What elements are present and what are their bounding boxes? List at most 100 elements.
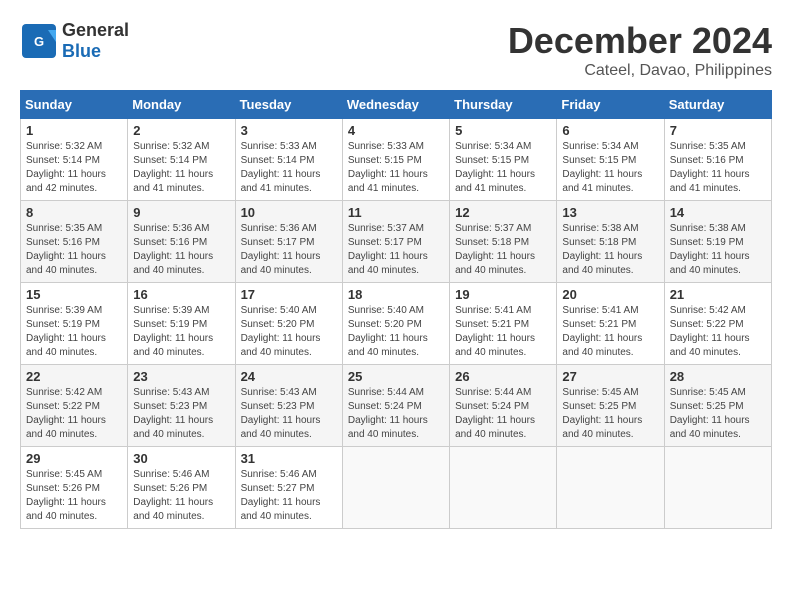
calendar-cell-19: 19 Sunrise: 5:41 AMSunset: 5:21 PMDayligh… — [450, 283, 557, 365]
calendar-cell-31: 31 Sunrise: 5:46 AMSunset: 5:27 PMDayligh… — [235, 447, 342, 529]
calendar-cell-20: 20 Sunrise: 5:41 AMSunset: 5:21 PMDayligh… — [557, 283, 664, 365]
day-info: Sunrise: 5:44 AMSunset: 5:24 PMDaylight:… — [348, 387, 428, 440]
day-info: Sunrise: 5:38 AMSunset: 5:18 PMDaylight:… — [562, 223, 642, 276]
logo: G General Blue — [20, 20, 129, 62]
calendar-week-4: 22Sunrise: 5:42 AMSunset: 5:22 PMDayligh… — [21, 365, 772, 447]
day-number: 22 — [26, 369, 122, 384]
day-number: 5 — [455, 123, 551, 138]
day-info: Sunrise: 5:32 AMSunset: 5:14 PMDaylight:… — [26, 141, 106, 194]
day-info: Sunrise: 5:34 AMSunset: 5:15 PMDaylight:… — [455, 141, 535, 194]
calendar-cell-26: 26 Sunrise: 5:44 AMSunset: 5:24 PMDayligh… — [450, 365, 557, 447]
day-info: Sunrise: 5:45 AMSunset: 5:25 PMDaylight:… — [562, 387, 642, 440]
day-info: Sunrise: 5:35 AMSunset: 5:16 PMDaylight:… — [670, 141, 750, 194]
day-number: 25 — [348, 369, 444, 384]
day-info: Sunrise: 5:37 AMSunset: 5:17 PMDaylight:… — [348, 223, 428, 276]
calendar-cell-9: 9Sunrise: 5:36 AMSunset: 5:16 PMDaylight… — [128, 201, 235, 283]
day-info: Sunrise: 5:34 AMSunset: 5:15 PMDaylight:… — [562, 141, 642, 194]
calendar-table: SundayMondayTuesdayWednesdayThursdayFrid… — [20, 90, 772, 529]
calendar-cell-1: 1Sunrise: 5:32 AMSunset: 5:14 PMDaylight… — [21, 119, 128, 201]
svg-text:G: G — [34, 34, 44, 49]
day-info: Sunrise: 5:45 AMSunset: 5:26 PMDaylight:… — [26, 469, 106, 522]
day-number: 6 — [562, 123, 658, 138]
calendar-cell-27: 27Sunrise: 5:45 AMSunset: 5:25 PMDayligh… — [557, 365, 664, 447]
day-info: Sunrise: 5:32 AMSunset: 5:14 PMDaylight:… — [133, 141, 213, 194]
day-number: 29 — [26, 451, 122, 466]
day-info: Sunrise: 5:41 AMSunset: 5:21 PMDaylight:… — [455, 305, 535, 358]
calendar-cell-25: 25 Sunrise: 5:44 AMSunset: 5:24 PMDayligh… — [342, 365, 449, 447]
day-number: 15 — [26, 287, 122, 302]
day-info: Sunrise: 5:39 AMSunset: 5:19 PMDaylight:… — [26, 305, 106, 358]
day-info: Sunrise: 5:39 AMSunset: 5:19 PMDaylight:… — [133, 305, 213, 358]
calendar-cell-16: 16 Sunrise: 5:39 AMSunset: 5:19 PMDayligh… — [128, 283, 235, 365]
month-title: December 2024 — [508, 20, 772, 62]
day-number: 30 — [133, 451, 229, 466]
title-area: December 2024 Cateel, Davao, Philippines — [508, 20, 772, 80]
day-info: Sunrise: 5:46 AMSunset: 5:27 PMDaylight:… — [241, 469, 321, 522]
header-saturday: Saturday — [664, 91, 771, 119]
day-info: Sunrise: 5:45 AMSunset: 5:25 PMDaylight:… — [670, 387, 750, 440]
day-number: 31 — [241, 451, 337, 466]
calendar-cell-18: 18Sunrise: 5:40 AMSunset: 5:20 PMDayligh… — [342, 283, 449, 365]
day-number: 10 — [241, 205, 337, 220]
day-info: Sunrise: 5:43 AMSunset: 5:23 PMDaylight:… — [133, 387, 213, 440]
day-number: 19 — [455, 287, 551, 302]
calendar-cell-10: 10 Sunrise: 5:36 AMSunset: 5:17 PMDayligh… — [235, 201, 342, 283]
day-number: 26 — [455, 369, 551, 384]
day-number: 14 — [670, 205, 766, 220]
calendar-cell-empty — [450, 447, 557, 529]
calendar-cell-13: 13 Sunrise: 5:38 AMSunset: 5:18 PMDayligh… — [557, 201, 664, 283]
calendar-cell-4: 4Sunrise: 5:33 AMSunset: 5:15 PMDaylight… — [342, 119, 449, 201]
logo-text-general: General — [62, 20, 129, 41]
day-info: Sunrise: 5:38 AMSunset: 5:19 PMDaylight:… — [670, 223, 750, 276]
calendar-cell-5: 5 Sunrise: 5:34 AMSunset: 5:15 PMDaylight… — [450, 119, 557, 201]
calendar-cell-29: 29 Sunrise: 5:45 AMSunset: 5:26 PMDayligh… — [21, 447, 128, 529]
day-number: 7 — [670, 123, 766, 138]
calendar-cell-30: 30 Sunrise: 5:46 AMSunset: 5:26 PMDayligh… — [128, 447, 235, 529]
day-number: 20 — [562, 287, 658, 302]
day-info: Sunrise: 5:40 AMSunset: 5:20 PMDaylight:… — [348, 305, 428, 358]
calendar-cell-2: 2Sunrise: 5:32 AMSunset: 5:14 PMDaylight… — [128, 119, 235, 201]
day-info: Sunrise: 5:46 AMSunset: 5:26 PMDaylight:… — [133, 469, 213, 522]
calendar-header-row: SundayMondayTuesdayWednesdayThursdayFrid… — [21, 91, 772, 119]
day-info: Sunrise: 5:36 AMSunset: 5:17 PMDaylight:… — [241, 223, 321, 276]
day-info: Sunrise: 5:33 AMSunset: 5:14 PMDaylight:… — [241, 141, 321, 194]
day-info: Sunrise: 5:41 AMSunset: 5:21 PMDaylight:… — [562, 305, 642, 358]
calendar-cell-empty — [342, 447, 449, 529]
calendar-cell-3: 3 Sunrise: 5:33 AMSunset: 5:14 PMDaylight… — [235, 119, 342, 201]
calendar-cell-11: 11Sunrise: 5:37 AMSunset: 5:17 PMDayligh… — [342, 201, 449, 283]
day-number: 13 — [562, 205, 658, 220]
calendar-cell-17: 17Sunrise: 5:40 AMSunset: 5:20 PMDayligh… — [235, 283, 342, 365]
day-number: 8 — [26, 205, 122, 220]
day-number: 3 — [241, 123, 337, 138]
day-number: 12 — [455, 205, 551, 220]
calendar-cell-21: 21 Sunrise: 5:42 AMSunset: 5:22 PMDayligh… — [664, 283, 771, 365]
day-info: Sunrise: 5:33 AMSunset: 5:15 PMDaylight:… — [348, 141, 428, 194]
header-monday: Monday — [128, 91, 235, 119]
header-thursday: Thursday — [450, 91, 557, 119]
calendar-week-3: 15 Sunrise: 5:39 AMSunset: 5:19 PMDayligh… — [21, 283, 772, 365]
day-info: Sunrise: 5:43 AMSunset: 5:23 PMDaylight:… — [241, 387, 321, 440]
day-number: 23 — [133, 369, 229, 384]
day-info: Sunrise: 5:42 AMSunset: 5:22 PMDaylight:… — [670, 305, 750, 358]
calendar-cell-empty — [664, 447, 771, 529]
calendar-cell-24: 24Sunrise: 5:43 AMSunset: 5:23 PMDayligh… — [235, 365, 342, 447]
calendar-cell-6: 6 Sunrise: 5:34 AMSunset: 5:15 PMDaylight… — [557, 119, 664, 201]
header-tuesday: Tuesday — [235, 91, 342, 119]
day-number: 17 — [241, 287, 337, 302]
calendar-cell-12: 12Sunrise: 5:37 AMSunset: 5:18 PMDayligh… — [450, 201, 557, 283]
header-sunday: Sunday — [21, 91, 128, 119]
day-info: Sunrise: 5:35 AMSunset: 5:16 PMDaylight:… — [26, 223, 106, 276]
header-friday: Friday — [557, 91, 664, 119]
day-info: Sunrise: 5:36 AMSunset: 5:16 PMDaylight:… — [133, 223, 213, 276]
day-info: Sunrise: 5:44 AMSunset: 5:24 PMDaylight:… — [455, 387, 535, 440]
day-number: 16 — [133, 287, 229, 302]
logo-text-blue: Blue — [62, 41, 129, 62]
day-number: 21 — [670, 287, 766, 302]
header-wednesday: Wednesday — [342, 91, 449, 119]
calendar-cell-8: 8 Sunrise: 5:35 AMSunset: 5:16 PMDaylight… — [21, 201, 128, 283]
location-title: Cateel, Davao, Philippines — [508, 62, 772, 80]
calendar-cell-23: 23 Sunrise: 5:43 AMSunset: 5:23 PMDayligh… — [128, 365, 235, 447]
calendar-cell-empty — [557, 447, 664, 529]
calendar-week-5: 29 Sunrise: 5:45 AMSunset: 5:26 PMDayligh… — [21, 447, 772, 529]
calendar-cell-22: 22Sunrise: 5:42 AMSunset: 5:22 PMDayligh… — [21, 365, 128, 447]
